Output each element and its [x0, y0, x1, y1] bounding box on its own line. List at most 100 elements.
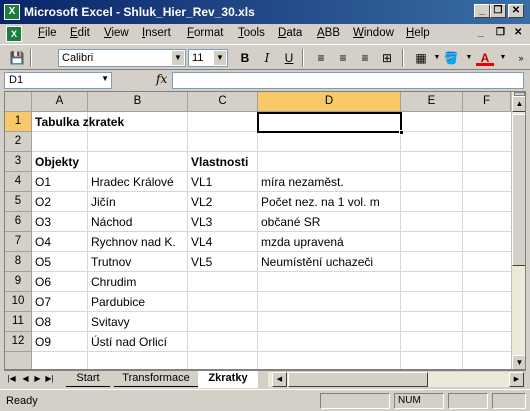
cell-a7[interactable]: O4	[32, 232, 51, 252]
tab-start[interactable]: Start	[66, 371, 110, 387]
cell-a10[interactable]: O7	[32, 292, 51, 312]
formula-input[interactable]	[172, 72, 524, 89]
menu-help[interactable]: Help	[406, 27, 430, 39]
cell-d7[interactable]: mzda upravená	[258, 232, 344, 252]
column-header-a[interactable]: A	[32, 92, 88, 112]
fill-color-icon[interactable]: 🪣	[442, 50, 460, 66]
menu-window[interactable]: Window	[353, 27, 394, 39]
cell-a6[interactable]: O3	[32, 212, 51, 232]
scroll-down-icon[interactable]: ▼	[512, 355, 525, 369]
row-header[interactable]: 12	[5, 332, 32, 352]
menu-edit[interactable]: Edit	[70, 27, 90, 39]
column-header-e[interactable]: E	[401, 92, 463, 112]
cell-b9[interactable]: Chrudim	[88, 272, 136, 292]
cell-b11[interactable]: Svitavy	[88, 312, 130, 332]
cell-c3[interactable]: Vlastnosti	[188, 152, 248, 172]
row-header[interactable]: 1	[5, 112, 32, 132]
save-icon[interactable]: 💾	[8, 50, 26, 66]
excel-app-icon[interactable]: X	[4, 4, 20, 20]
font-color-icon[interactable]: A	[476, 50, 494, 66]
cell-a11[interactable]: O8	[32, 312, 51, 332]
cell-b8[interactable]: Trutnov	[88, 252, 131, 272]
column-header-c[interactable]: C	[188, 92, 258, 112]
column-header-f[interactable]: F	[463, 92, 511, 112]
cell-d5[interactable]: Počet nez. na 1 vol. m	[258, 192, 380, 212]
menu-data[interactable]: Data	[278, 27, 302, 39]
row-header[interactable]: 2	[5, 132, 32, 152]
cell-b12[interactable]: Ústí nad Orlicí	[88, 332, 167, 352]
chevron-down-icon[interactable]: ▼	[172, 51, 184, 65]
row-header-partial[interactable]	[5, 352, 32, 369]
cell-a3[interactable]: Objekty	[32, 152, 79, 172]
cell-b10[interactable]: Pardubice	[88, 292, 145, 312]
next-sheet-icon[interactable]: ▶	[32, 374, 43, 383]
menu-format[interactable]: Format	[187, 27, 223, 39]
restore-button[interactable]: ❐	[490, 4, 506, 18]
underline-button[interactable]: U	[280, 50, 298, 66]
column-header-d[interactable]: D	[258, 92, 401, 112]
bold-button[interactable]: B	[236, 50, 254, 66]
scroll-thumb[interactable]	[512, 114, 525, 266]
prev-sheet-icon[interactable]: ◀	[20, 374, 31, 383]
cell-c7[interactable]: VL4	[188, 232, 212, 252]
fx-icon[interactable]: fx	[156, 72, 167, 86]
close-button[interactable]: ✕	[508, 4, 524, 18]
font-name-select[interactable]: Calibri ▼	[58, 49, 186, 67]
menu-file[interactable]: File	[38, 27, 57, 39]
menu-insert[interactable]: Insert	[142, 27, 171, 39]
scroll-left-icon[interactable]: ◀	[272, 372, 287, 387]
scroll-right-icon[interactable]: ▶	[509, 372, 524, 387]
row-header[interactable]: 4	[5, 172, 32, 192]
workbook-restore-button[interactable]: ❐	[496, 27, 505, 38]
menu-abb[interactable]: ABB	[317, 27, 340, 39]
row-header[interactable]: 9	[5, 272, 32, 292]
workbook-icon[interactable]: X	[6, 26, 22, 42]
cell-b6[interactable]: Náchod	[88, 212, 132, 232]
column-header-b[interactable]: B	[88, 92, 188, 112]
toolbar-options-icon[interactable]: »	[512, 50, 530, 66]
row-header[interactable]: 8	[5, 252, 32, 272]
cell-a1[interactable]: Tabulka zkratek	[32, 112, 124, 132]
row-header[interactable]: 3	[5, 152, 32, 172]
align-center-icon[interactable]: ≡	[334, 50, 352, 66]
fill-handle[interactable]	[399, 130, 404, 135]
cell-b5[interactable]: Jičín	[88, 192, 116, 212]
cell-c8[interactable]: VL5	[188, 252, 212, 272]
horizontal-scroll-thumb[interactable]	[288, 372, 428, 387]
cell-c5[interactable]: VL2	[188, 192, 212, 212]
workbook-close-button[interactable]: ✕	[514, 27, 522, 38]
first-sheet-icon[interactable]: |◀	[6, 374, 17, 383]
cell-d6[interactable]: občané SR	[258, 212, 320, 232]
italic-button[interactable]: I	[258, 50, 276, 66]
menu-tools[interactable]: Tools	[238, 27, 265, 39]
cell-a12[interactable]: O9	[32, 332, 51, 352]
row-header[interactable]: 7	[5, 232, 32, 252]
chevron-down-icon[interactable]: ▼	[214, 51, 226, 65]
chevron-down-icon[interactable]: ▼	[101, 74, 109, 83]
name-box[interactable]: D1 ▼	[4, 72, 112, 89]
last-sheet-icon[interactable]: ▶|	[44, 374, 55, 383]
cell-a4[interactable]: O1	[32, 172, 51, 192]
row-header[interactable]: 11	[5, 312, 32, 332]
cell-d8[interactable]: Neumístění uchazeči	[258, 252, 373, 272]
horizontal-scrollbar[interactable]: ◀ ▶	[268, 372, 524, 387]
cell-b4[interactable]: Hradec Králové	[88, 172, 174, 192]
cell-a5[interactable]: O2	[32, 192, 51, 212]
font-size-select[interactable]: 11 ▼	[188, 49, 228, 67]
active-cell-d1[interactable]	[257, 112, 404, 135]
tab-zkratky[interactable]: Zkratky	[198, 371, 258, 388]
cell-b7[interactable]: Rychnov nad K.	[88, 232, 176, 252]
tab-transformace[interactable]: Transformace	[114, 371, 198, 387]
row-header[interactable]: 6	[5, 212, 32, 232]
row-header[interactable]: 10	[5, 292, 32, 312]
minimize-button[interactable]: _	[474, 4, 490, 18]
cell-a9[interactable]: O6	[32, 272, 51, 292]
align-left-icon[interactable]: ≡	[312, 50, 330, 66]
merge-center-icon[interactable]: ⊞	[378, 50, 396, 66]
chevron-down-icon[interactable]: ▼	[494, 50, 512, 66]
scroll-up-icon[interactable]: ▲	[512, 96, 525, 112]
vertical-scrollbar[interactable]: ▲ ▼	[511, 92, 525, 369]
cell-a8[interactable]: O5	[32, 252, 51, 272]
worksheet-grid[interactable]: A B C D E F 1 2 3 4 5 6 7 8 9 10 11 12 T…	[4, 91, 526, 370]
cell-c4[interactable]: VL1	[188, 172, 212, 192]
